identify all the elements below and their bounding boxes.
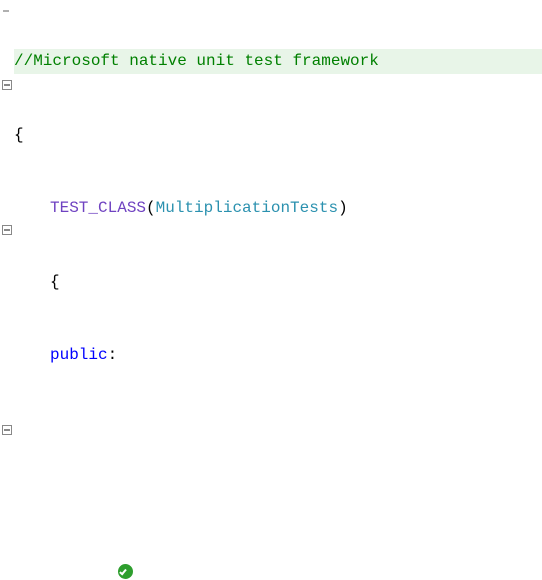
fold-toggle[interactable] [2,425,12,435]
colon: : [108,346,118,364]
gutter-tick [3,10,9,12]
comment-line: //Microsoft native unit test framework [14,52,379,70]
test-class-macro: TEST_CLASS [50,199,146,217]
class-name: MultiplicationTests [156,199,338,217]
code-area[interactable]: //Microsoft native unit test framework {… [14,0,542,580]
code-editor[interactable]: //Microsoft native unit test framework {… [0,0,542,580]
paren: ) [338,199,348,217]
brace: { [14,126,24,144]
fold-toggle[interactable] [2,225,12,235]
public-keyword: public [50,346,108,364]
paren: ( [146,199,156,217]
brace: { [50,273,60,291]
fold-toggle[interactable] [2,80,12,90]
gutter [0,0,14,580]
test-pass-icon [118,564,133,579]
